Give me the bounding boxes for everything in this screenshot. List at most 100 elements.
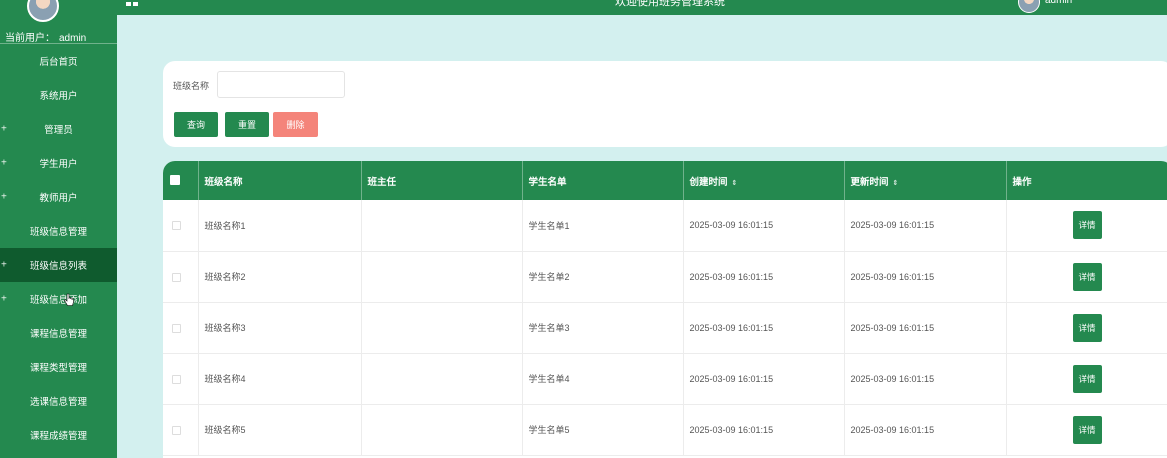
row-checkbox-cell — [163, 251, 199, 302]
class-name-label: 班级名称 — [173, 81, 210, 91]
row-checkbox-cell — [163, 404, 199, 455]
menu-toggle-icon[interactable] — [126, 0, 139, 6]
sidebar-item-label: 班级信息添加 — [29, 295, 87, 306]
created-time-cell: 2025-03-09 16:01:15 — [683, 251, 845, 302]
sidebar-item-label: 教师用户 — [39, 193, 78, 204]
sidebar-item-course-selection-management[interactable]: 选课信息管理 — [0, 384, 117, 418]
sidebar-item-label: 班级信息列表 — [29, 261, 87, 272]
column-header-label: 创建时间 — [689, 176, 728, 188]
sidebar-item-home[interactable]: 后台首页 — [0, 44, 117, 78]
sidebar-item-admin[interactable]: + 管理员 — [0, 112, 117, 146]
sort-icon[interactable]: ⇕ — [893, 180, 899, 187]
table-row: 班级名称4 学生名单4 2025-03-09 16:01:15 2025-03-… — [163, 353, 1167, 404]
table-row: 班级名称3 学生名单3 2025-03-09 16:01:15 2025-03-… — [163, 302, 1167, 353]
column-header-label: 更新时间 — [850, 176, 889, 188]
updated-time-cell: 2025-03-09 16:01:15 — [844, 200, 1007, 251]
sidebar-item-class-add[interactable]: + 班级信息添加 — [0, 282, 117, 316]
reset-button[interactable]: 重置 — [225, 112, 269, 137]
teacher-cell — [361, 404, 523, 455]
class-name-cell: 班级名称5 — [198, 404, 362, 455]
student-list-cell: 学生名单1 — [522, 200, 684, 251]
sidebar-item-label: 管理员 — [44, 125, 73, 136]
table-row: 班级名称5 学生名单5 2025-03-09 16:01:15 2025-03-… — [163, 404, 1167, 455]
detail-button[interactable]: 详情 — [1072, 415, 1102, 444]
sidebar-item-class-list[interactable]: + 班级信息列表 — [0, 248, 117, 282]
sidebar-user-panel: 当前用户： admin — [0, 0, 117, 44]
sidebar-item-label: 选课信息管理 — [29, 397, 87, 408]
actions-cell: 详情 — [1006, 302, 1167, 353]
header-user-name[interactable]: admin — [1045, 0, 1072, 6]
detail-button[interactable]: 详情 — [1072, 262, 1102, 291]
detail-button[interactable]: 详情 — [1072, 313, 1102, 342]
class-name-cell: 班级名称1 — [198, 200, 362, 251]
delete-button[interactable]: 删除 — [273, 112, 318, 137]
student-list-cell: 学生名单2 — [522, 251, 684, 302]
header-avatar[interactable] — [1018, 0, 1040, 13]
column-header-updated-time[interactable]: 更新时间 ⇕ — [844, 161, 1007, 200]
column-header-label: 操作 — [1012, 176, 1032, 188]
sidebar-item-system-users[interactable]: 系统用户 — [0, 78, 117, 112]
search-panel: 班级名称 查询 重置 删除 — [163, 61, 1167, 147]
sidebar-item-label: 课程信息管理 — [29, 329, 87, 340]
sidebar-item-label: 课程成绩管理 — [29, 431, 87, 442]
detail-button[interactable]: 详情 — [1072, 364, 1102, 393]
site-title: 欢迎使用班务管理系统 — [615, 0, 725, 8]
detail-button[interactable]: 详情 — [1072, 211, 1102, 240]
sidebar-item-label: 系统用户 — [39, 91, 78, 102]
column-header-teacher: 班主任 — [361, 161, 523, 200]
column-header-created-time[interactable]: 创建时间 ⇕ — [683, 161, 845, 200]
row-checkbox[interactable] — [172, 272, 181, 282]
created-time-cell: 2025-03-09 16:01:15 — [683, 302, 845, 353]
column-header-label: 班主任 — [367, 176, 397, 188]
expand-plus-icon: + — [1, 259, 7, 271]
sidebar-item-teacher-users[interactable]: + 教师用户 — [0, 180, 117, 214]
row-checkbox-cell — [163, 353, 199, 404]
updated-time-cell: 2025-03-09 16:01:15 — [844, 302, 1007, 353]
sidebar-item-label: 学生用户 — [39, 159, 78, 170]
top-header: 欢迎使用班务管理系统 admin — [117, 0, 1167, 15]
student-list-cell: 学生名单3 — [522, 302, 684, 353]
sidebar-item-class-management[interactable]: 班级信息管理 — [0, 214, 117, 248]
hand-cursor-icon — [64, 293, 74, 306]
sidebar-item-student-users[interactable]: + 学生用户 — [0, 146, 117, 180]
expand-plus-icon: + — [1, 157, 7, 169]
expand-plus-icon: + — [1, 293, 7, 305]
column-header-class-name: 班级名称 — [198, 161, 362, 200]
current-user-label: 当前用户： — [5, 33, 55, 44]
current-user: 当前用户： admin — [5, 29, 86, 44]
sort-icon[interactable]: ⇕ — [732, 180, 738, 187]
actions-cell: 详情 — [1006, 200, 1167, 251]
sidebar-item-course-type-management[interactable]: 课程类型管理 — [0, 350, 117, 384]
row-checkbox-cell — [163, 302, 199, 353]
updated-time-cell: 2025-03-09 16:01:15 — [844, 404, 1007, 455]
sidebar-item-course-grades-management[interactable]: 课程成绩管理 — [0, 418, 117, 452]
student-list-cell: 学生名单4 — [522, 353, 684, 404]
query-button[interactable]: 查询 — [174, 112, 218, 137]
created-time-cell: 2025-03-09 16:01:15 — [683, 404, 845, 455]
updated-time-cell: 2025-03-09 16:01:15 — [844, 251, 1007, 302]
class-name-cell: 班级名称3 — [198, 302, 362, 353]
created-time-cell: 2025-03-09 16:01:15 — [683, 200, 845, 251]
actions-cell: 详情 — [1006, 251, 1167, 302]
row-checkbox[interactable] — [172, 221, 181, 231]
row-checkbox[interactable] — [172, 374, 181, 384]
teacher-cell — [361, 302, 523, 353]
teacher-cell — [361, 200, 523, 251]
sidebar-menu: 后台首页 系统用户 + 管理员 + 学生用户 + 教师用户 班级信息管理 + 班级信息列… — [0, 44, 117, 452]
class-name-search-input[interactable] — [217, 71, 345, 98]
table-header-row: 班级名称 班主任 学生名单 创建时间 ⇕ 更新时间 ⇕ 操作 — [163, 161, 1167, 200]
actions-cell: 详情 — [1006, 353, 1167, 404]
class-name-cell: 班级名称2 — [198, 251, 362, 302]
sidebar-item-course-management[interactable]: 课程信息管理 — [0, 316, 117, 350]
class-table-panel: 班级名称 班主任 学生名单 创建时间 ⇕ 更新时间 ⇕ 操作 班级名称1 学生名单1… — [163, 161, 1167, 458]
user-avatar[interactable] — [27, 0, 59, 22]
sidebar: 当前用户： admin 后台首页 系统用户 + 管理员 + 学生用户 + 教师用户 班级… — [0, 0, 117, 458]
sidebar-item-label: 后台首页 — [39, 57, 78, 68]
row-checkbox[interactable] — [172, 425, 181, 435]
column-header-actions: 操作 — [1006, 161, 1167, 200]
row-checkbox[interactable] — [172, 323, 181, 333]
expand-plus-icon: + — [1, 191, 7, 203]
select-all-checkbox[interactable] — [170, 175, 180, 186]
current-user-name: admin — [59, 33, 87, 44]
student-list-cell: 学生名单5 — [522, 404, 684, 455]
